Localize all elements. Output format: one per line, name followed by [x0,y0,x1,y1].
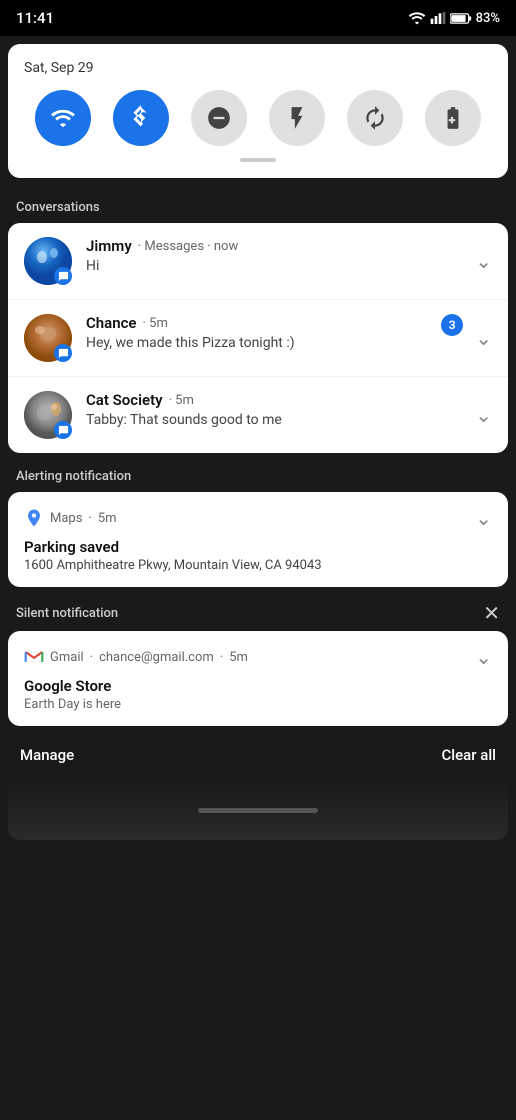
conversation-cat-society[interactable]: Cat Society · 5m Tabby: That sounds good… [8,377,508,453]
silent-sep2: · [220,650,223,665]
badge-chance: 3 [441,314,463,336]
alerting-body: 1600 Amphitheatre Pkwy, Mountain View, C… [24,558,492,573]
chevron-silent[interactable]: ⌄ [475,645,492,669]
bottom-bar: Manage Clear all [0,730,516,780]
chevron-chance[interactable]: ⌄ [475,326,492,350]
dnd-icon [206,105,232,131]
conversation-chance[interactable]: Chance · 5m Hey, we made this Pizza toni… [8,300,508,377]
messages-app-icon-chance [54,344,72,362]
conversations-section-header: Conversations [0,186,516,223]
alerting-sep: · [88,511,91,526]
alerting-time: 5m [98,511,117,526]
bluetooth-toggle[interactable] [113,90,169,146]
gmail-icon [24,647,44,667]
status-bar: 11:41 83% [0,0,516,36]
chevron-cat[interactable]: ⌄ [475,403,492,427]
battery-percent: 83% [476,11,500,26]
conv-content-jimmy: Jimmy · Messages · now Hi [86,237,467,274]
conv-meta-chance: · 5m [143,316,168,331]
alerting-title: Parking saved [24,538,492,556]
messages-app-icon-cat [54,421,72,439]
message-icon-chance [58,348,69,359]
silent-sep1: · [90,650,93,665]
manage-button[interactable]: Manage [20,746,74,764]
maps-icon [24,508,44,528]
alerting-app-name: Maps [50,511,82,526]
quick-settings-panel: Sat, Sep 29 [8,44,508,178]
silent-section-header: Silent notification ✕ [0,589,516,631]
silent-header: Gmail · chance@gmail.com · 5m ⌄ [24,645,492,669]
clear-all-button[interactable]: Clear all [442,746,497,764]
qs-toggles [24,90,492,146]
alerting-header: Maps · 5m ⌄ [24,506,492,530]
silent-app-info: Gmail · chance@gmail.com · 5m [24,647,248,667]
rotate-toggle[interactable] [347,90,403,146]
silent-body: Earth Day is here [24,697,492,712]
alerting-app-info: Maps · 5m [24,508,117,528]
conv-msg-jimmy: Hi [86,258,467,274]
silent-label: Silent notification [16,606,118,621]
alerting-label: Alerting notification [16,469,131,484]
conv-name-cat: Cat Society [86,391,163,409]
messages-app-icon-jimmy [54,267,72,285]
message-icon [58,271,69,282]
qs-date: Sat, Sep 29 [24,60,492,76]
bluetooth-icon [128,105,154,131]
flashlight-toggle[interactable] [269,90,325,146]
silent-card[interactable]: Gmail · chance@gmail.com · 5m ⌄ Google S… [8,631,508,726]
dnd-toggle[interactable] [191,90,247,146]
conv-name-jimmy: Jimmy [86,237,132,255]
wifi-icon [50,105,76,131]
rotate-icon [362,105,388,131]
wifi-status-icon [408,11,426,25]
conv-header-jimmy: Jimmy · Messages · now [86,237,467,255]
avatar-wrap-jimmy [24,237,72,285]
conv-header-chance: Chance · 5m [86,314,441,332]
conv-content-cat: Cat Society · 5m Tabby: That sounds good… [86,391,467,428]
silent-title: Google Store [24,677,492,695]
battery-saver-toggle[interactable] [425,90,481,146]
silent-app-name: Gmail [50,650,84,665]
conv-meta-jimmy: · Messages · now [138,239,238,254]
signal-status-icon [430,11,446,25]
conversations-card: Jimmy · Messages · now Hi ⌄ [8,223,508,453]
drag-handle [240,158,276,162]
conv-meta-cat: · 5m [169,393,194,408]
conv-content-chance: Chance · 5m Hey, we made this Pizza toni… [86,314,441,351]
flashlight-icon [284,105,310,131]
status-time: 11:41 [16,9,54,27]
status-icons: 83% [408,11,500,26]
alerting-card[interactable]: Maps · 5m ⌄ Parking saved 1600 Amphithea… [8,492,508,587]
battery-saver-icon [440,105,466,131]
battery-status-icon [450,12,472,25]
conv-msg-cat: Tabby: That sounds good to me [86,412,467,428]
avatar-wrap-chance [24,314,72,362]
silent-close-button[interactable]: ✕ [483,603,500,623]
alerting-section-header: Alerting notification [0,455,516,492]
conv-msg-chance: Hey, we made this Pizza tonight :) [86,335,441,351]
avatar-wrap-cat [24,391,72,439]
footer-blur [8,780,508,840]
wifi-toggle[interactable] [35,90,91,146]
home-indicator [198,808,318,813]
silent-email: chance@gmail.com [99,650,214,665]
chevron-jimmy[interactable]: ⌄ [475,249,492,273]
silent-time: 5m [229,650,248,665]
conversation-jimmy[interactable]: Jimmy · Messages · now Hi ⌄ [8,223,508,300]
conv-header-cat: Cat Society · 5m [86,391,467,409]
message-icon-cat [58,425,69,436]
conversations-label: Conversations [16,200,100,215]
conv-name-chance: Chance [86,314,137,332]
chevron-alerting[interactable]: ⌄ [475,506,492,530]
